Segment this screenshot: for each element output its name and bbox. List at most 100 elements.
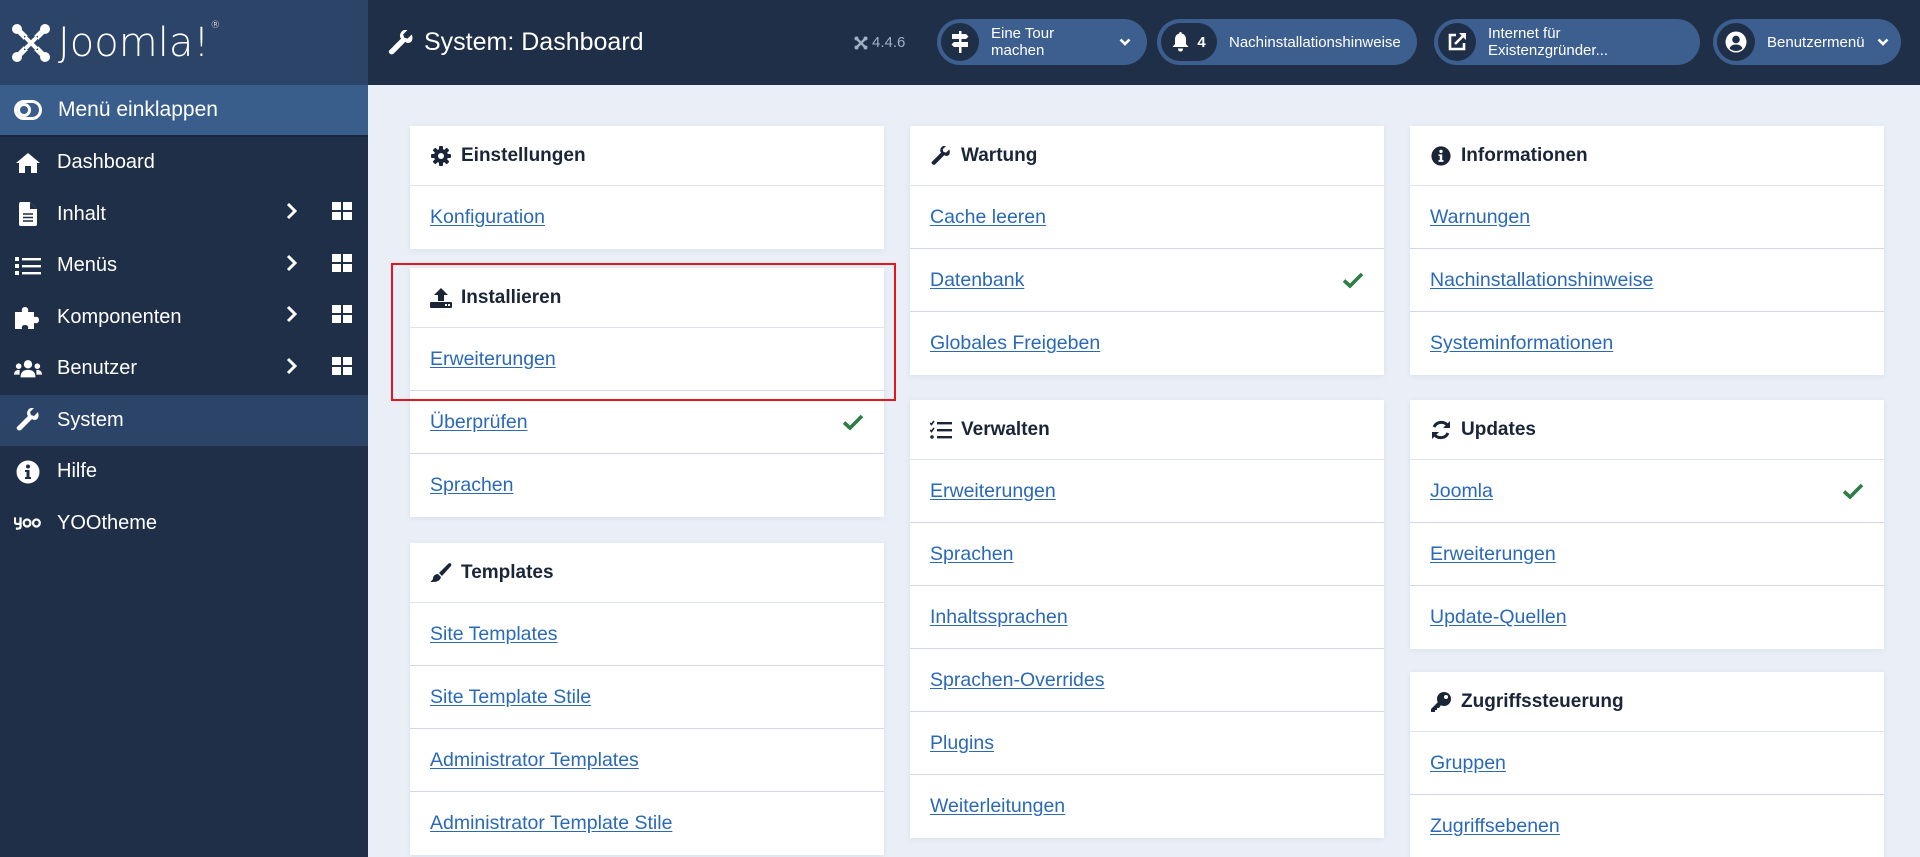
version-text: 4.4.6 xyxy=(872,34,906,51)
view-site-button[interactable]: Internet für Existenzgründer... xyxy=(1434,19,1700,65)
joomla-version: 4.4.6 xyxy=(854,0,905,85)
registered-mark: ® xyxy=(210,19,221,31)
dashboard-grid-icon[interactable] xyxy=(332,253,352,278)
link-erweiterungen-updates[interactable]: Erweiterungen xyxy=(1430,543,1556,566)
link-plugins[interactable]: Plugins xyxy=(930,732,994,755)
list-item: Systeminformationen xyxy=(1410,312,1884,375)
chevron-right-icon[interactable] xyxy=(286,357,298,381)
card-header: Wartung xyxy=(910,126,1384,186)
guided-tour-label: Eine Tour machen xyxy=(991,25,1055,59)
chevron-down-icon xyxy=(1119,38,1131,47)
sidebar-item-label: Komponenten xyxy=(57,305,182,328)
link-weiterleitungen[interactable]: Weiterleitungen xyxy=(930,795,1065,818)
list-item: Inhaltssprachen xyxy=(910,586,1384,649)
list-item: Zugriffsebenen xyxy=(1410,795,1884,857)
bell-icon xyxy=(1172,32,1189,52)
dashboard-grid-icon[interactable] xyxy=(332,305,352,329)
sidebar-item-inhalt[interactable]: Inhalt xyxy=(0,189,368,241)
sidebar-item-menues[interactable]: Menüs xyxy=(0,240,368,292)
card-title: Einstellungen xyxy=(461,144,586,166)
list-item: Cache leeren xyxy=(910,186,1384,249)
sidebar-item-label: Hilfe xyxy=(57,460,98,483)
link-administrator-templates[interactable]: Administrator Templates xyxy=(430,749,639,772)
list-item: Datenbank xyxy=(910,249,1384,312)
link-erweiterungen-installieren[interactable]: Erweiterungen xyxy=(430,348,556,371)
link-nachinstallationshinweise[interactable]: Nachinstallationshinweise xyxy=(1430,269,1653,292)
external-link-icon xyxy=(1438,23,1476,61)
page-title: System: Dashboard xyxy=(388,0,644,85)
card-zugriffssteuerung: Zugriffssteuerung Gruppen Zugriffsebenen xyxy=(1410,672,1884,857)
link-globales-freigeben[interactable]: Globales Freigeben xyxy=(930,332,1100,355)
chevron-right-icon[interactable] xyxy=(286,202,298,226)
link-sprachen-installieren[interactable]: Sprachen xyxy=(430,474,513,497)
list-item: Überprüfen xyxy=(410,391,884,454)
link-datenbank[interactable]: Datenbank xyxy=(930,269,1024,292)
link-konfiguration[interactable]: Konfiguration xyxy=(430,206,545,229)
link-joomla-update[interactable]: Joomla xyxy=(1430,480,1493,503)
list-item: Administrator Template Stile xyxy=(410,792,884,855)
list-item: Sprachen xyxy=(910,523,1384,586)
card-wartung: Wartung Cache leeren Datenbank Globales … xyxy=(910,126,1384,375)
list-item: Site Templates xyxy=(410,603,884,666)
sidebar-item-benutzer[interactable]: Benutzer xyxy=(0,343,368,395)
gear-icon xyxy=(430,145,452,167)
sidebar-item-hilfe[interactable]: Hilfe xyxy=(0,446,368,498)
list-item: Warnungen xyxy=(1410,186,1884,249)
link-update-quellen[interactable]: Update-Quellen xyxy=(1430,606,1567,629)
sidebar-item-label: Inhalt xyxy=(57,202,106,225)
collapse-menu-toggle[interactable]: Menü einklappen xyxy=(0,85,368,137)
dashboard-grid-icon[interactable] xyxy=(332,202,352,226)
card-templates: Templates Site Templates Site Template S… xyxy=(410,543,884,855)
link-ueberpruefen[interactable]: Überprüfen xyxy=(430,411,528,434)
link-gruppen[interactable]: Gruppen xyxy=(1430,752,1506,775)
link-sprachen-overrides[interactable]: Sprachen-Overrides xyxy=(930,669,1105,692)
user-menu-button[interactable]: Benutzermenü xyxy=(1713,19,1901,65)
list-item: Erweiterungen xyxy=(910,460,1384,523)
sidebar-item-yootheme[interactable]: YOOtheme xyxy=(0,498,368,550)
link-administrator-template-stile[interactable]: Administrator Template Stile xyxy=(430,812,672,835)
list-icon xyxy=(14,254,42,278)
sidebar-item-komponenten[interactable]: Komponenten xyxy=(0,292,368,344)
card-header: Updates xyxy=(1410,400,1884,460)
list-item: Administrator Templates xyxy=(410,729,884,792)
sidebar-item-dashboard[interactable]: Dashboard xyxy=(0,137,368,189)
card-header: Informationen xyxy=(1410,126,1884,186)
link-systeminformationen[interactable]: Systeminformationen xyxy=(1430,332,1613,355)
info-circle-icon xyxy=(1430,145,1452,167)
post-install-messages-button[interactable]: 4 Nachinstallationshinweise xyxy=(1157,19,1417,65)
link-cache-leeren[interactable]: Cache leeren xyxy=(930,206,1046,229)
sidebar-item-system[interactable]: System xyxy=(0,394,368,446)
sidebar-item-label: System xyxy=(57,408,124,431)
link-inhaltssprachen[interactable]: Inhaltssprachen xyxy=(930,606,1068,629)
card-installieren: Installieren Erweiterungen Überprüfen Sp… xyxy=(410,268,884,517)
link-erweiterungen-verwalten[interactable]: Erweiterungen xyxy=(930,480,1056,503)
card-informationen: Informationen Warnungen Nachinstallation… xyxy=(1410,126,1884,375)
link-site-templates[interactable]: Site Templates xyxy=(430,623,558,646)
list-check-icon xyxy=(930,419,952,441)
list-item: Plugins xyxy=(910,712,1384,775)
refresh-icon xyxy=(1430,419,1452,441)
dashboard-grid-icon[interactable] xyxy=(332,356,352,381)
signpost-icon xyxy=(941,23,979,61)
link-site-template-stile[interactable]: Site Template Stile xyxy=(430,686,591,709)
wrench-icon xyxy=(14,408,42,432)
logo-text: Joomla!® xyxy=(58,19,221,66)
list-item: Site Template Stile xyxy=(410,666,884,729)
guided-tour-button[interactable]: Eine Tour machen xyxy=(937,19,1147,65)
link-warnungen[interactable]: Warnungen xyxy=(1430,206,1530,229)
link-zugriffsebenen[interactable]: Zugriffsebenen xyxy=(1430,815,1560,838)
sidebar: Joomla!® Menü einklappen Dashboard Inhal… xyxy=(0,0,368,857)
chevron-right-icon[interactable] xyxy=(286,254,298,278)
chevron-right-icon[interactable] xyxy=(286,305,298,329)
sidebar-item-label: Menüs xyxy=(57,254,118,277)
wrench-icon xyxy=(930,145,952,167)
users-icon xyxy=(14,357,42,381)
sidebar-item-label: Dashboard xyxy=(57,151,155,174)
joomla-logo[interactable]: Joomla!® xyxy=(0,0,368,85)
list-item: Sprachen-Overrides xyxy=(910,649,1384,712)
list-item: Joomla xyxy=(1410,460,1884,523)
link-sprachen-verwalten[interactable]: Sprachen xyxy=(930,543,1013,566)
upload-icon xyxy=(430,287,452,309)
joomla-logo-icon xyxy=(12,23,50,62)
list-item: Globales Freigeben xyxy=(910,312,1384,375)
